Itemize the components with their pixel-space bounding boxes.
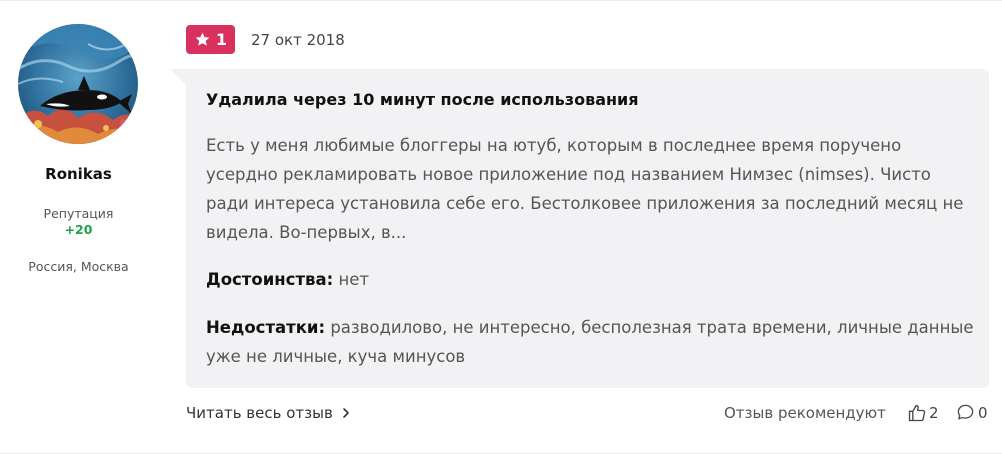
review-body: Есть у меня любимые блоггеры на ютуб, ко… — [206, 136, 964, 242]
cons-label: Недостатки: — [206, 318, 326, 337]
pros-text: нет — [338, 270, 370, 289]
bubble-tail — [170, 69, 186, 85]
rating-badge: 1 — [186, 25, 235, 54]
read-more-label: Читать весь отзыв — [186, 404, 333, 422]
cons-section: Недостатки: разводилово, не интересно, б… — [206, 313, 976, 371]
comments-button[interactable]: 0 — [956, 403, 988, 422]
chevron-right-icon — [343, 408, 349, 418]
read-full-review-link[interactable]: Читать весь отзыв — [186, 404, 351, 422]
author-avatar[interactable] — [18, 24, 138, 144]
reputation-label: Репутация — [43, 206, 114, 221]
author-name[interactable]: Ronikas — [0, 165, 157, 183]
comments-count: 0 — [978, 403, 988, 422]
likes-count: 2 — [929, 404, 939, 422]
star-icon — [195, 32, 210, 46]
thumbs-up-icon — [908, 404, 926, 422]
rating-value: 1 — [215, 30, 228, 49]
orca-avatar-image — [18, 24, 138, 144]
recommend-label: Отзыв рекомендуют — [724, 404, 886, 422]
reputation-value: +20 — [64, 222, 93, 237]
review-title[interactable]: Удалила через 10 минут после использован… — [206, 90, 639, 109]
comment-bubble-icon — [957, 404, 974, 420]
review-date: 27 окт 2018 — [251, 31, 345, 49]
pros-label: Достоинства: — [206, 270, 334, 289]
like-button[interactable]: 2 — [907, 403, 939, 423]
pros-section: Достоинства: нет — [206, 265, 976, 294]
review-bubble: Удалила через 10 минут после использован… — [186, 69, 989, 388]
author-location: Россия, Москва — [28, 259, 129, 274]
review-card: Ronikas Репутация +20 Россия, Москва 1 2… — [0, 0, 1002, 454]
